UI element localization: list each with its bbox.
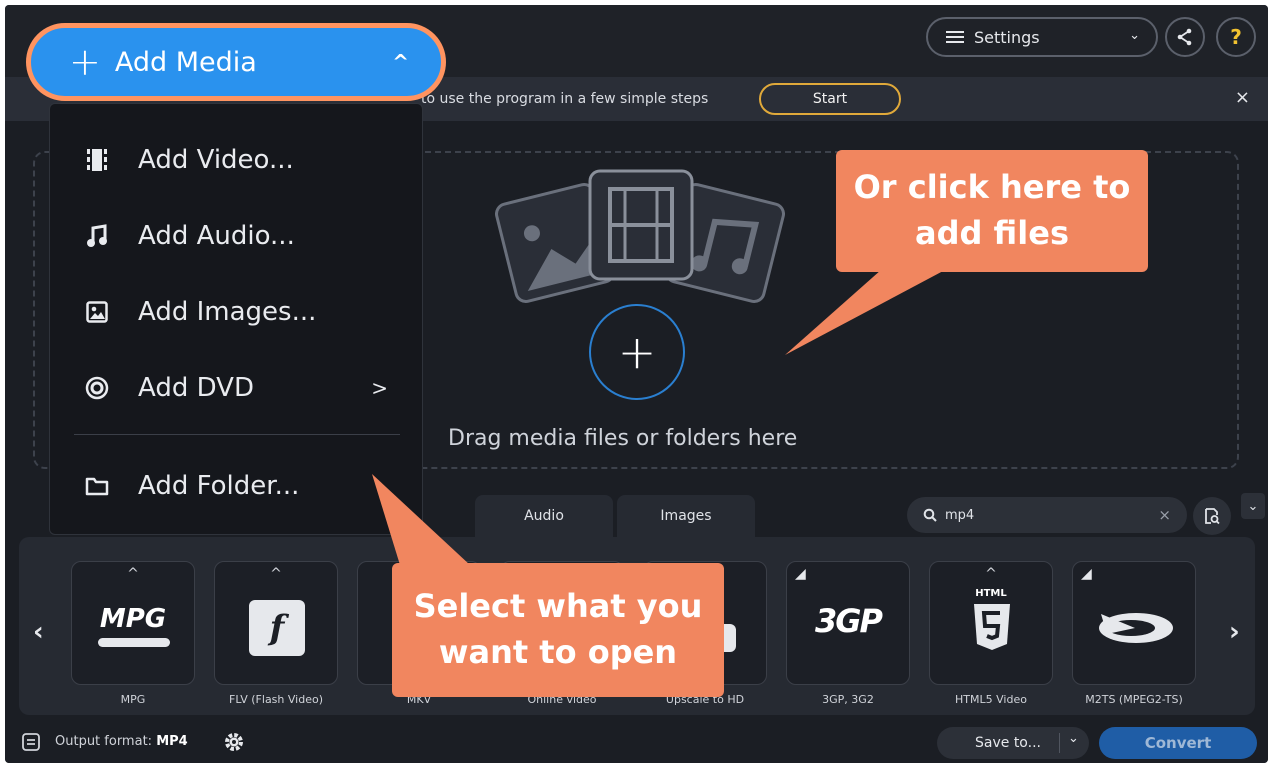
callout-text: Select what you want to open [413,587,703,671]
callout-select-what: Select what you want to open [392,563,724,697]
callout-text: Or click here to add files [853,168,1131,252]
callout-click-here: Or click here to add files [836,150,1148,272]
